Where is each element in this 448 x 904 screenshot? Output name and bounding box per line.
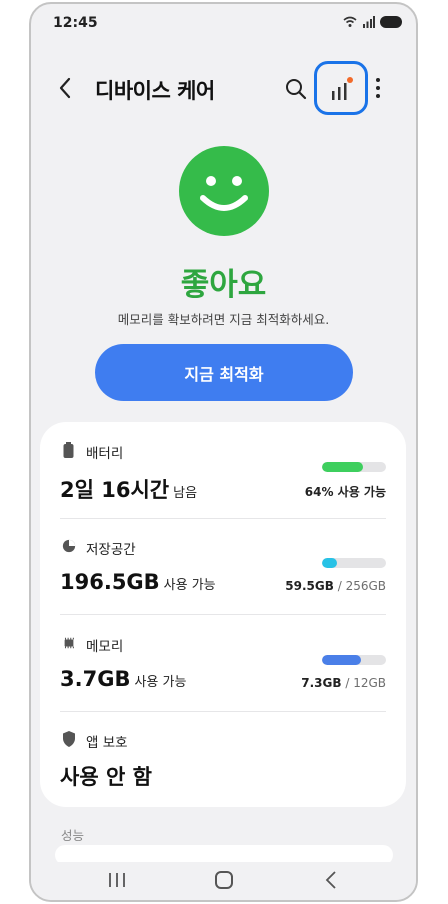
notification-dot-icon <box>347 77 353 83</box>
optimize-now-button[interactable]: 지금 최적화 <box>95 344 353 401</box>
battery-value: 2일 16시간 남음 <box>60 478 198 502</box>
navigation-bar <box>31 862 416 900</box>
storage-label: 저장공간 <box>86 542 136 558</box>
memory-progress-bar <box>322 655 386 665</box>
status-time: 12:45 <box>53 15 98 31</box>
memory-label: 메모리 <box>86 639 124 655</box>
phone-frame: 12:45 디바이스 케어 좋아요 메모리를 확보하려면 지금 최적화하세요. … <box>29 2 418 902</box>
device-status: 좋아요 <box>180 267 267 303</box>
storage-info: 59.5GB / 256GB <box>285 579 386 593</box>
home-icon[interactable] <box>215 871 233 889</box>
storage-pie-icon <box>62 539 76 553</box>
storage-row[interactable]: 저장공간 196.5GB 사용 가능 59.5GB / 256GB <box>60 538 386 614</box>
search-icon[interactable] <box>285 78 307 100</box>
memory-row[interactable]: 메모리 3.7GB 사용 가능 7.3GB / 12GB <box>60 635 386 711</box>
memory-value: 3.7GB 사용 가능 <box>60 667 187 691</box>
battery-progress-bar <box>322 462 386 472</box>
stats-bars-icon <box>332 77 353 100</box>
battery-icon <box>63 442 74 458</box>
battery-label: 배터리 <box>86 446 124 462</box>
status-icons <box>343 16 402 28</box>
wifi-icon <box>343 16 357 27</box>
page-title: 디바이스 케어 <box>95 79 215 103</box>
memory-chip-icon <box>64 637 74 649</box>
signal-icon <box>363 16 375 28</box>
performance-section-label: 성능 <box>61 828 85 843</box>
device-care-card: 배터리 2일 16시간 남음 64% 사용 가능 저장공간 196.5GB 사용 가… <box>40 422 406 807</box>
battery-icon <box>380 16 402 28</box>
status-message: 메모리를 확보하려면 지금 최적화하세요. <box>117 312 330 327</box>
app-protection-label: 앱 보호 <box>86 735 128 751</box>
recents-icon[interactable] <box>108 872 126 888</box>
app-bar: 디바이스 케어 <box>31 59 416 117</box>
app-protection-row[interactable]: 앱 보호 사용 안 함 <box>60 731 386 791</box>
divider <box>60 711 386 712</box>
divider <box>60 518 386 519</box>
storage-progress-bar <box>322 558 386 568</box>
app-protection-value: 사용 안 함 <box>60 765 152 789</box>
more-options-icon[interactable] <box>374 78 382 100</box>
storage-value: 196.5GB 사용 가능 <box>60 570 216 594</box>
memory-info: 7.3GB / 12GB <box>301 676 386 690</box>
battery-row[interactable]: 배터리 2일 16시간 남음 64% 사용 가능 <box>60 442 386 518</box>
shield-icon <box>63 731 75 747</box>
status-bar: 12:45 <box>31 4 416 44</box>
back-arrow-icon[interactable] <box>57 76 73 100</box>
nav-back-icon[interactable] <box>325 871 337 889</box>
divider <box>60 614 386 615</box>
smiley-face-icon <box>179 146 269 236</box>
diagnostics-button[interactable] <box>314 61 368 115</box>
battery-info: 64% 사용 가능 <box>304 485 386 499</box>
